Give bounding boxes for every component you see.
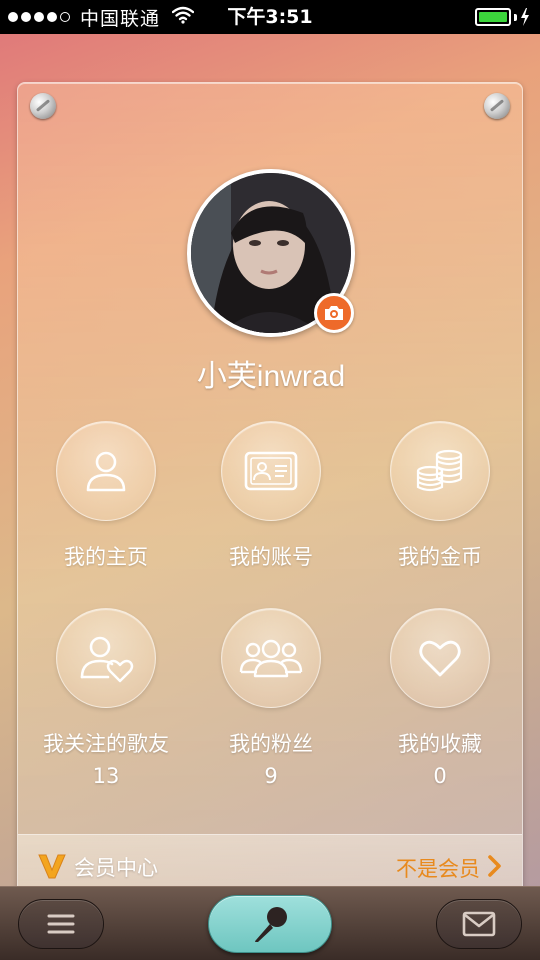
my-favorites-label: 我的收藏 [398,732,482,756]
my-favorites-count: 0 [433,764,447,788]
mail-button[interactable] [436,899,522,949]
my-coins-button[interactable]: 我的金币 [360,421,520,571]
charging-icon [521,8,529,26]
group-icon [239,639,303,678]
vip-center-title: 会员中心 [74,856,158,880]
my-account-circle[interactable] [221,421,321,521]
microphone-icon [255,907,287,942]
camera-button[interactable] [314,293,354,333]
bottom-toolbar [0,886,540,960]
coins-icon [416,449,463,492]
camera-icon [325,306,343,320]
status-bar: 中国联通 下午3:51 [0,0,540,34]
my-coins-circle[interactable] [390,421,490,521]
screw-icon [30,93,56,119]
my-fans-circle[interactable] [221,608,321,708]
my-homepage-button[interactable]: 我的主页 [26,421,186,571]
username: 小芙inwrad [196,360,346,393]
my-fans-button[interactable]: 我的粉丝 9 [191,608,351,788]
screw-icon [484,93,510,119]
my-fans-count: 9 [264,764,278,788]
my-account-label: 我的账号 [229,545,313,569]
id-card-icon [244,451,298,491]
following-friends-button[interactable]: 我关注的歌友 13 [26,608,186,788]
my-homepage-circle[interactable] [56,421,156,521]
following-friends-circle[interactable] [56,608,156,708]
profile-card: 小芙inwrad 我的主页 我的账号 我的金币 我关注的歌友 13 我的粉丝 9… [17,82,523,897]
my-coins-label: 我的金币 [398,545,482,569]
my-fans-label: 我的粉丝 [229,732,313,756]
following-friends-label: 我关注的歌友 [43,732,169,756]
person-icon [86,451,126,492]
my-homepage-label: 我的主页 [64,545,148,569]
heart-icon [419,640,461,677]
vip-status: 不是会员 [396,857,480,881]
menu-button[interactable] [18,899,104,949]
person-heart-icon [80,636,134,683]
karaoke-button[interactable] [208,895,332,953]
vip-v-icon [38,853,66,883]
battery-level [479,12,507,22]
chevron-right-icon [488,855,502,881]
menu-icon [47,914,75,934]
my-favorites-circle[interactable] [390,608,490,708]
status-time: 下午3:51 [227,6,313,28]
my-account-button[interactable]: 我的账号 [191,421,351,571]
mail-icon [462,911,496,937]
my-favorites-button[interactable]: 我的收藏 0 [360,608,520,788]
following-friends-count: 13 [92,764,120,788]
battery-icon [475,8,530,26]
app-background: 小芙inwrad 我的主页 我的账号 我的金币 我关注的歌友 13 我的粉丝 9… [0,34,540,897]
